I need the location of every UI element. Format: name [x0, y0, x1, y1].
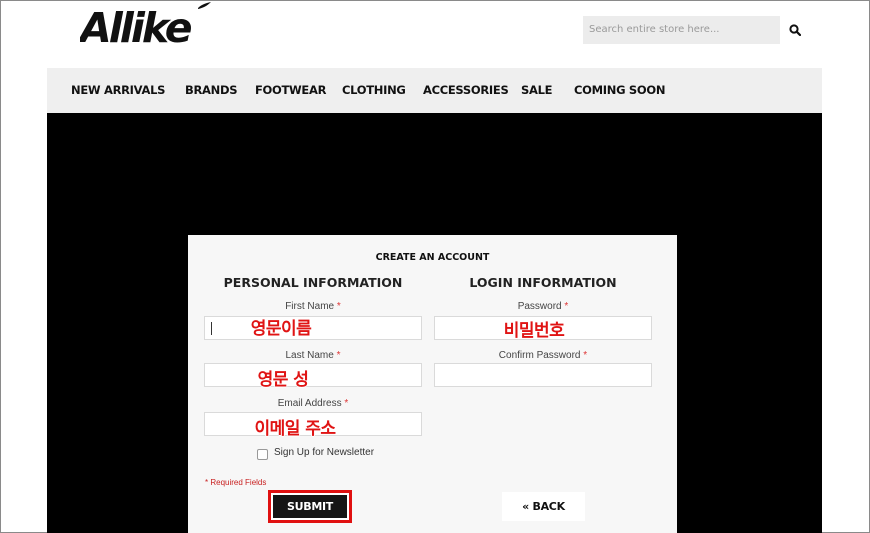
personal-info-heading: PERSONAL INFORMATION: [223, 275, 403, 290]
nav-accessories[interactable]: ACCESSORIES: [423, 68, 509, 113]
search-icon[interactable]: [789, 24, 801, 36]
nav-coming-soon[interactable]: COMING SOON: [574, 68, 665, 113]
email-label: Email Address *: [277, 398, 349, 409]
logo-text: Allike: [80, 4, 192, 44]
form-title: CREATE AN ACCOUNT: [375, 252, 490, 263]
main-nav: NEW ARRIVALS BRANDS FOOTWEAR CLOTHING AC…: [47, 68, 822, 113]
confirm-password-label: Confirm Password *: [498, 350, 588, 361]
nav-sale[interactable]: SALE: [521, 68, 552, 113]
login-info-heading: LOGIN INFORMATION: [469, 275, 617, 290]
nav-brands[interactable]: BRANDS: [185, 68, 237, 113]
submit-highlight: SUBMIT: [268, 490, 352, 523]
nav-clothing[interactable]: CLOTHING: [342, 68, 406, 113]
newsletter-checkbox[interactable]: [257, 449, 268, 460]
newsletter-label[interactable]: Sign Up for Newsletter: [274, 447, 374, 458]
nav-new-arrivals[interactable]: NEW ARRIVALS: [71, 68, 165, 113]
email-annotation: 이메일 주소: [254, 419, 336, 439]
back-button[interactable]: « BACK: [502, 492, 585, 521]
password-annotation: 비밀번호: [503, 321, 565, 341]
required-fields-note: * Required Fields: [205, 478, 267, 487]
submit-button[interactable]: SUBMIT: [273, 495, 347, 518]
allike-logo[interactable]: Allike: [80, 2, 212, 44]
nav-footwear[interactable]: FOOTWEAR: [255, 68, 326, 113]
first-name-label: First Name *: [285, 301, 341, 312]
last-name-label: Last Name *: [285, 350, 341, 361]
create-account-form: CREATE AN ACCOUNT PERSONAL INFORMATION L…: [188, 235, 677, 533]
last-name-annotation: 영문 성: [257, 370, 309, 390]
search-input[interactable]: Search entire store here...: [583, 16, 780, 44]
first-name-annotation: 영문이름: [250, 319, 312, 339]
password-label: Password *: [517, 301, 569, 312]
confirm-password-field[interactable]: [434, 363, 652, 387]
